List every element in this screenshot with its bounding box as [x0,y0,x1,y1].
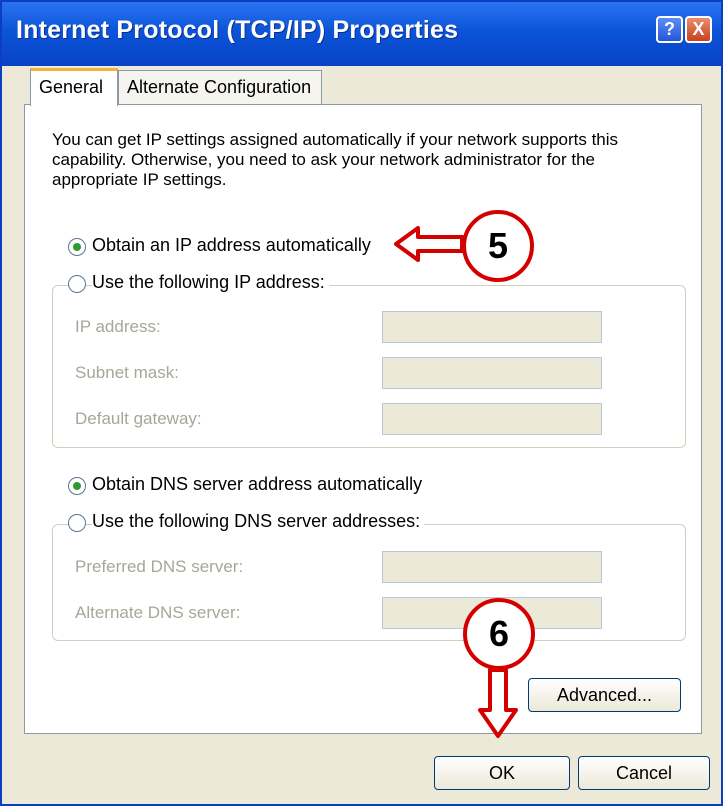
close-button[interactable]: X [685,16,712,43]
use-following-dns-label[interactable]: Use the following DNS server addresses: [92,511,425,532]
use-following-ip-radio[interactable] [68,275,86,293]
subnet-mask-label: Subnet mask: [75,363,179,382]
step5-arrow-icon [394,226,464,262]
ip-address-input[interactable] [382,311,602,343]
preferred-dns-input[interactable] [382,551,602,583]
default-gateway-input[interactable] [382,403,602,435]
use-following-dns-radio[interactable] [68,514,86,532]
obtain-dns-auto-label[interactable]: Obtain DNS server address automatically [92,474,427,495]
default-gateway-label: Default gateway: [75,409,202,428]
ip-address-label: IP address: [75,317,161,336]
step5-callout: 5 [462,210,534,282]
preferred-dns-label: Preferred DNS server: [75,557,244,576]
obtain-ip-auto-radio[interactable] [68,238,86,256]
title-bar[interactable]: Internet Protocol (TCP/IP) Properties ? … [2,2,721,66]
window-title: Internet Protocol (TCP/IP) Properties [16,16,459,44]
step6-arrow-icon [478,668,518,738]
ok-button[interactable]: OK [434,756,570,790]
subnet-mask-input[interactable] [382,357,602,389]
tab-alternate-configuration[interactable]: Alternate Configuration [118,70,322,104]
obtain-dns-auto-radio[interactable] [68,477,86,495]
alternate-dns-label: Alternate DNS server: [75,603,241,622]
help-button[interactable]: ? [656,16,683,43]
properties-dialog: Internet Protocol (TCP/IP) Properties ? … [0,0,723,806]
cancel-button[interactable]: Cancel [578,756,710,790]
advanced-button[interactable]: Advanced... [528,678,681,712]
obtain-ip-auto-label[interactable]: Obtain an IP address automatically [92,235,375,256]
step6-callout: 6 [463,598,535,670]
tab-general[interactable]: General [30,68,118,106]
use-following-ip-label[interactable]: Use the following IP address: [92,272,329,293]
description-text: You can get IP settings assigned automat… [52,130,619,189]
